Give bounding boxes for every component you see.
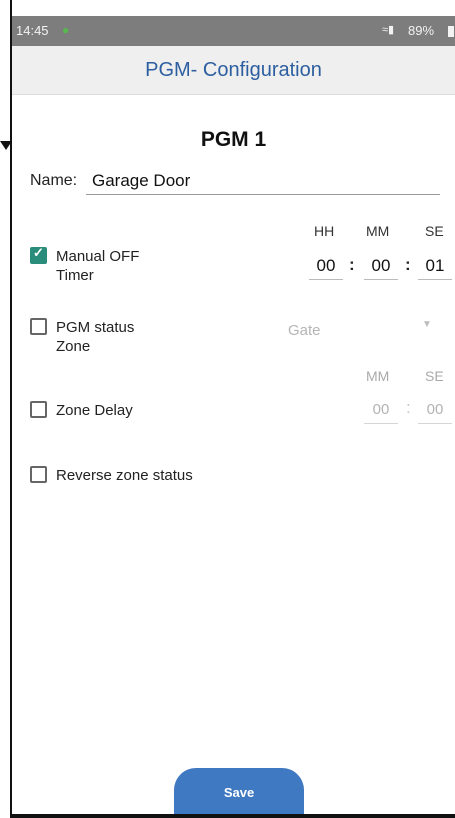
status-bar: 14:45 ● ≈▮ 89% (12, 16, 455, 46)
timer-hh-input[interactable]: 00 (309, 253, 343, 280)
manual-off-timer-label-line1: Manual OFF (56, 248, 140, 265)
zone-delay-label: Zone Delay (56, 402, 133, 419)
timer-se-input[interactable]: 01 (418, 253, 452, 280)
hh-column-header: HH (314, 223, 335, 239)
battery-icon (448, 26, 454, 37)
status-time: 14:45 (16, 23, 49, 38)
reverse-zone-status-label: Reverse zone status (56, 467, 193, 484)
name-input[interactable]: Garage Door (86, 168, 440, 195)
delay-mm-input[interactable]: 00 (364, 397, 398, 424)
delay-se-column-header: SE (425, 368, 444, 384)
page-title: PGM- Configuration (145, 59, 322, 81)
frame-top (0, 0, 455, 16)
app-bar: PGM- Configuration (12, 46, 455, 95)
dropdown-arrow-icon[interactable]: ▼ (422, 319, 432, 330)
frame-bottom-edge (10, 814, 455, 818)
name-input-value: Garage Door (92, 171, 191, 190)
pgm-status-zone-label-line2: Zone (56, 338, 91, 355)
name-label: Name: (30, 172, 78, 189)
frame-arrow-marker (0, 141, 12, 150)
wifi-signal-icon: ≈▮ (382, 24, 395, 36)
pgm-heading: PGM 1 (200, 128, 267, 151)
delay-mm-column-header: MM (366, 368, 390, 384)
timer-mm-input[interactable]: 00 (364, 253, 398, 280)
delay-se-input[interactable]: 00 (418, 397, 452, 424)
battery-percent: 89% (408, 23, 435, 38)
time-separator: : (406, 398, 411, 417)
pgm-status-zone-label-line1: PGM status (56, 319, 135, 336)
time-separator: : (349, 255, 355, 274)
save-button[interactable]: Save (174, 768, 304, 816)
checkmark-icon: ✓ (33, 245, 44, 260)
mm-column-header: MM (366, 223, 390, 239)
manual-off-timer-label-line2: Timer (56, 267, 94, 284)
reverse-zone-status-checkbox[interactable] (30, 466, 47, 483)
frame-left-edge (10, 0, 12, 818)
time-separator: : (405, 255, 411, 274)
zone-delay-checkbox[interactable] (30, 401, 47, 418)
manual-off-timer-checkbox[interactable]: ✓ (30, 245, 47, 264)
zone-select[interactable]: Gate (288, 322, 321, 339)
se-column-header: SE (425, 223, 444, 239)
notification-icon: ● (62, 23, 70, 37)
pgm-status-zone-checkbox[interactable] (30, 318, 47, 335)
